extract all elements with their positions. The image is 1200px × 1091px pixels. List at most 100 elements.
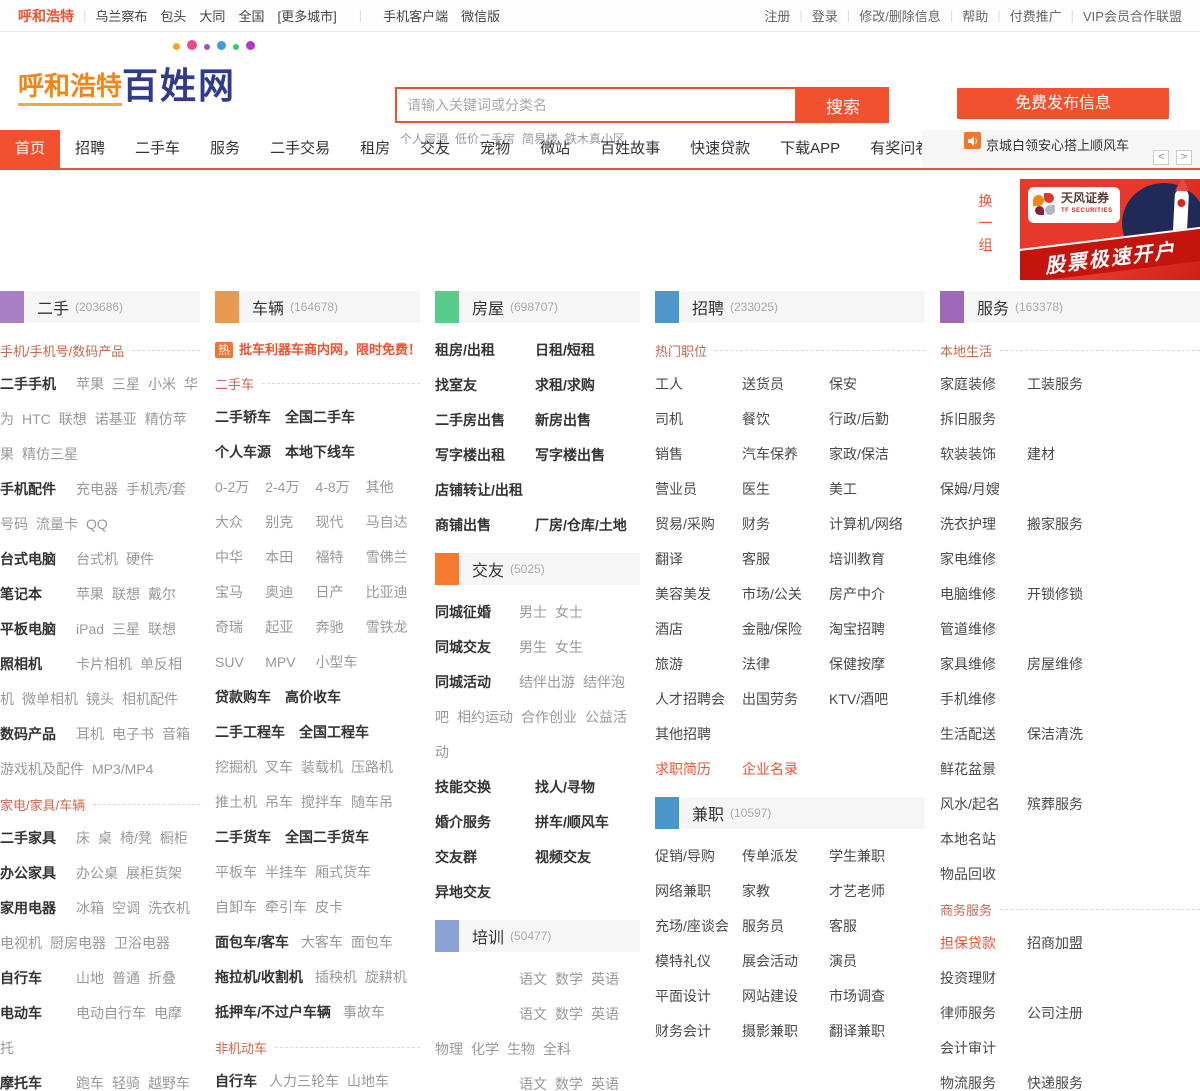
account-link[interactable]: 付费推广	[1010, 6, 1062, 25]
category-label[interactable]: 数码产品	[0, 717, 76, 752]
filter-link[interactable]: 日产	[315, 575, 365, 610]
category-link[interactable]: 企业名录	[742, 752, 829, 787]
subcategory-link[interactable]: 牵引车	[265, 899, 307, 915]
nav-tab[interactable]: 租房	[345, 130, 405, 168]
prev-announcement-button[interactable]: <	[1153, 150, 1169, 165]
category-label[interactable]: 拖拉机/收割机	[215, 969, 303, 985]
category-link[interactable]: 旅游	[655, 647, 742, 682]
category-link[interactable]: 鲜花盆景	[940, 752, 1027, 787]
category-link[interactable]: 计算机/网络	[829, 507, 916, 542]
category-label[interactable]: 二手手机	[0, 367, 76, 402]
category-label[interactable]: 办公家具	[0, 856, 76, 891]
category-label[interactable]: 自行车	[0, 961, 76, 996]
category-link[interactable]: 家政/保洁	[829, 437, 916, 472]
subcategory-link[interactable]: 大客车	[301, 934, 343, 950]
nav-tab[interactable]: 下载APP	[765, 130, 855, 168]
category-label[interactable]: 自行车	[215, 1073, 257, 1089]
hot-promo-link[interactable]: 批车利器车商内网，限时免费！	[239, 342, 420, 357]
category-link[interactable]: 法律	[742, 647, 829, 682]
filter-link[interactable]: 福特	[315, 540, 365, 575]
subcategory-link[interactable]: 卫浴电器	[114, 935, 170, 951]
subcategory-link[interactable]: 游戏机及配件	[0, 761, 84, 777]
subcategory-link[interactable]: 皮卡	[315, 899, 343, 915]
filter-link[interactable]: MPV	[265, 645, 315, 680]
subcategory-link[interactable]: 英语	[591, 971, 619, 987]
category-link[interactable]: 二手房出售	[435, 403, 535, 438]
subcategory-link[interactable]: 英语	[591, 1006, 619, 1022]
category-link[interactable]: 贸易/采购	[655, 507, 742, 542]
category-link[interactable]: 网站建设	[742, 979, 829, 1014]
category-link[interactable]: 工人	[655, 367, 742, 402]
subcategory-link[interactable]: 数学	[555, 1006, 583, 1022]
category-label[interactable]: 摩托车	[0, 1066, 76, 1090]
next-announcement-button[interactable]: >	[1176, 150, 1192, 165]
category-link[interactable]: 找人/寻物	[535, 779, 595, 795]
mobile-link[interactable]: 微信版	[461, 9, 500, 24]
account-link[interactable]: 登录	[812, 6, 838, 25]
category-link[interactable]: 洗衣护理	[940, 507, 1027, 542]
subcategory-link[interactable]: 号码	[0, 516, 28, 532]
subcategory-link[interactable]: 随车吊	[351, 794, 393, 810]
category-link[interactable]: 医生	[742, 472, 829, 507]
category-label[interactable]: 同城活动	[435, 665, 519, 700]
category-link[interactable]: 美工	[829, 472, 916, 507]
category-label[interactable]: 照相机	[0, 647, 76, 682]
category-link[interactable]: 二手工程车	[215, 724, 285, 740]
category-link[interactable]: 会计审计	[940, 1031, 1027, 1066]
category-header[interactable]: 车辆(164678)	[215, 291, 420, 323]
filter-link[interactable]: 雪佛兰	[366, 540, 416, 575]
subcategory-link[interactable]: 流量卡	[36, 516, 78, 532]
category-link[interactable]: 家教	[742, 874, 829, 909]
filter-link[interactable]: 大众	[215, 505, 265, 540]
stock-ad-banner[interactable]: 天风证券TF SECURITIES 股票极速开户	[1020, 179, 1200, 280]
filter-link[interactable]: 宝马	[215, 575, 265, 610]
category-link[interactable]: 公司注册	[1027, 996, 1114, 1031]
subcategory-link[interactable]: 旋耕机	[365, 969, 407, 985]
nav-tab[interactable]: 微站	[525, 130, 585, 168]
category-link[interactable]: 司机	[655, 402, 742, 437]
subcategory-link[interactable]: 展柜货架	[126, 865, 182, 881]
subcategory-link[interactable]: 推土机	[215, 794, 257, 810]
subcategory-link[interactable]: 语文	[519, 1006, 547, 1022]
subcategory-link[interactable]: 橱柜	[160, 830, 188, 846]
category-link[interactable]: 其他招聘	[655, 717, 742, 752]
subcategory-link[interactable]: 事故车	[343, 1004, 385, 1020]
category-link[interactable]: 汽车保养	[742, 437, 829, 472]
filter-link[interactable]: 4-8万	[315, 470, 365, 505]
nav-tab[interactable]: 交友	[405, 130, 465, 168]
current-city[interactable]: 呼和浩特	[18, 6, 74, 26]
filter-link[interactable]: 2-4万	[265, 470, 315, 505]
subcategory-link[interactable]: 吊车	[265, 794, 293, 810]
filter-link[interactable]: 奇瑞	[215, 610, 265, 645]
subcategory-link[interactable]: 硬件	[126, 551, 154, 567]
category-link[interactable]: 担保贷款	[940, 926, 1027, 961]
category-link[interactable]: 殡葬服务	[1027, 787, 1114, 822]
category-link[interactable]: 全国工程车	[299, 724, 369, 740]
category-link[interactable]: 服务员	[742, 909, 829, 944]
category-link[interactable]: 模特礼仪	[655, 944, 742, 979]
subcategory-link[interactable]: 叉车	[265, 759, 293, 775]
subcategory-link[interactable]: 合作创业	[521, 709, 577, 725]
category-link[interactable]: 促销/导购	[655, 839, 742, 874]
subcategory-link[interactable]: 镜头	[86, 691, 114, 707]
category-link[interactable]: 餐饮	[742, 402, 829, 437]
nav-tab[interactable]: 首页	[0, 130, 60, 168]
category-header[interactable]: 招聘(233025)	[655, 291, 925, 323]
filter-link[interactable]: 雪铁龙	[366, 610, 416, 645]
subcategory-link[interactable]: 挖掘机	[215, 759, 257, 775]
nav-tab[interactable]: 快速贷款	[675, 130, 765, 168]
subcategory-link[interactable]: 装载机	[301, 759, 343, 775]
nearby-city-link[interactable]: [更多城市]	[277, 9, 336, 24]
subcategory-link[interactable]: 半挂车	[265, 864, 307, 880]
mobile-link[interactable]: 手机客户端	[383, 9, 448, 24]
category-link[interactable]: 翻译兼职	[829, 1014, 916, 1049]
category-link[interactable]: 本地名站	[940, 822, 1027, 857]
subcategory-link[interactable]: 面包车	[351, 934, 393, 950]
post-listing-button[interactable]: 免费发布信息	[957, 88, 1169, 119]
subcategory-link[interactable]: 数学	[555, 1076, 583, 1090]
subcategory-link[interactable]: 精仿三星	[22, 446, 78, 462]
subcategory-link[interactable]: 英语	[591, 1076, 619, 1090]
search-button[interactable]: 搜索	[797, 87, 889, 123]
category-label[interactable]: 面包车/客车	[215, 934, 289, 950]
category-link[interactable]: 财务	[742, 507, 829, 542]
